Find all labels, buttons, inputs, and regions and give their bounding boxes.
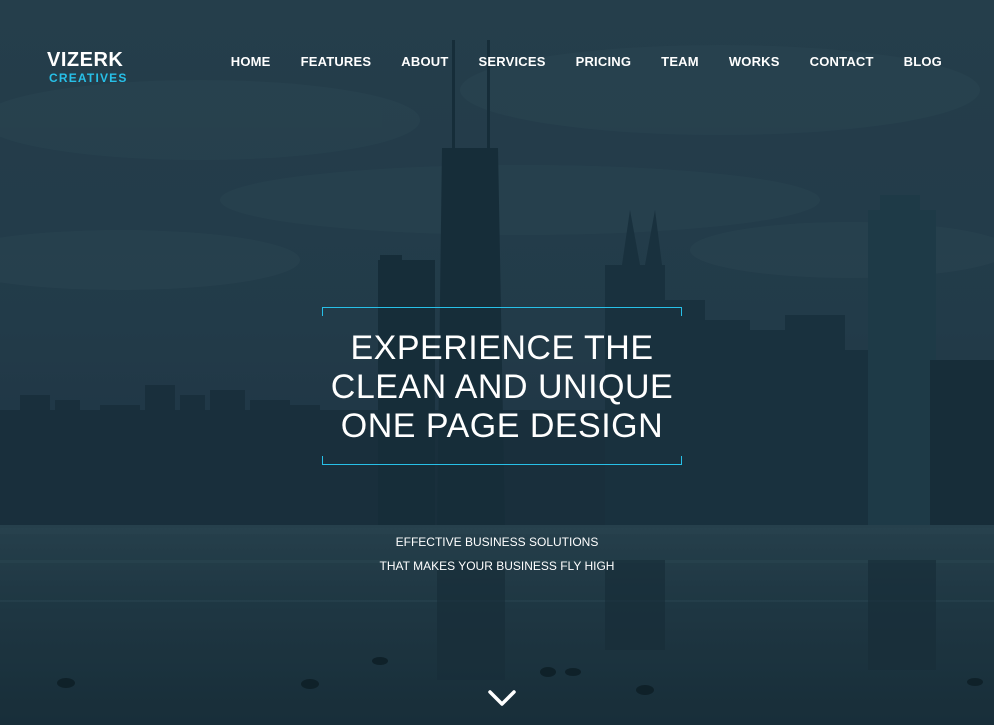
subtitle-line-1: EFFECTIVE BUSINESS SOLUTIONS — [395, 535, 599, 549]
hero-headline: EXPERIENCE THE CLEAN AND UNIQUE ONE PAGE… — [282, 329, 722, 446]
hero-section: VIZERK CREATIVES HOME FEATURES ABOUT SER… — [0, 0, 994, 725]
scroll-down-button[interactable] — [487, 686, 517, 712]
headline-line-1: EXPERIENCE THE — [350, 329, 654, 367]
headline-frame: EXPERIENCE THE CLEAN AND UNIQUE ONE PAGE… — [322, 307, 682, 465]
subtitle-line-2: THAT MAKES YOUR BUSINESS FLY HIGH — [379, 559, 615, 573]
nav-item-team[interactable]: TEAM — [661, 54, 699, 69]
nav-item-about[interactable]: ABOUT — [401, 54, 448, 69]
headline-line-2: CLEAN AND UNIQUE — [330, 368, 674, 406]
main-navigation: HOME FEATURES ABOUT SERVICES PRICING TEA… — [201, 54, 942, 69]
headline-line-3: ONE PAGE DESIGN — [340, 407, 664, 445]
brand-logo[interactable]: VIZERK CREATIVES — [47, 50, 128, 84]
nav-item-home[interactable]: HOME — [231, 54, 271, 69]
nav-item-services[interactable]: SERVICES — [478, 54, 545, 69]
nav-item-contact[interactable]: CONTACT — [810, 54, 874, 69]
frame-top-bracket — [322, 307, 682, 316]
frame-bottom-bracket — [322, 456, 682, 465]
hero-subtitle: EFFECTIVE BUSINESS SOLUTIONS THAT MAKES … — [0, 530, 994, 578]
brand-name: VIZERK — [47, 49, 124, 71]
nav-item-works[interactable]: WORKS — [729, 54, 780, 69]
brand-tagline: CREATIVES — [49, 71, 128, 85]
nav-item-pricing[interactable]: PRICING — [576, 54, 632, 69]
nav-item-features[interactable]: FEATURES — [301, 54, 372, 69]
chevron-down-icon — [488, 690, 516, 706]
nav-item-blog[interactable]: BLOG — [904, 54, 942, 69]
